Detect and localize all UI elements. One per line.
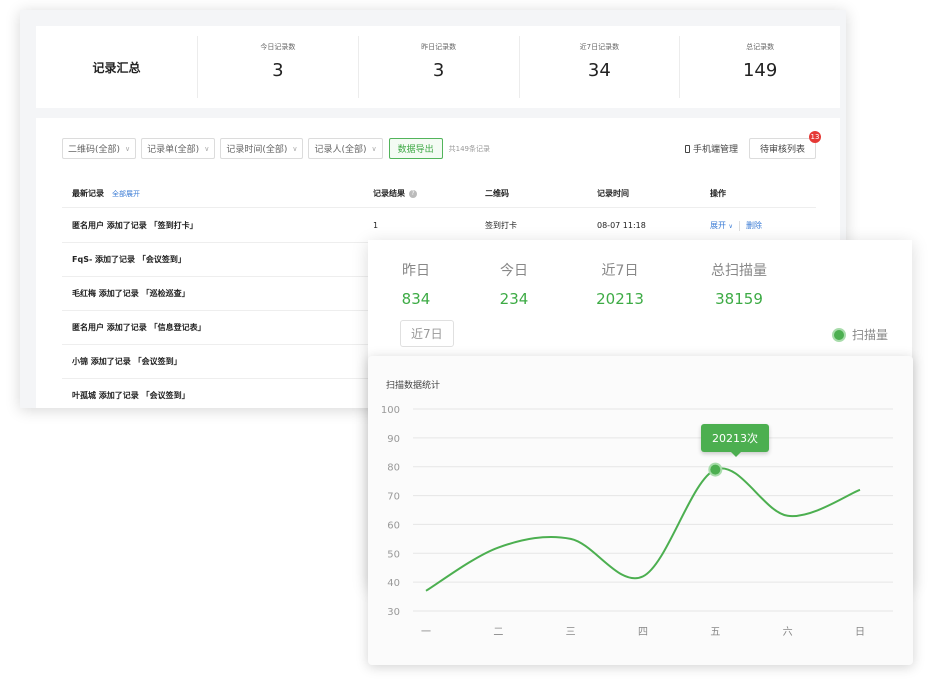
header-ops: 操作: [710, 189, 726, 198]
kpi-value: 38159: [715, 290, 763, 308]
header-result: 记录结果 ?: [373, 180, 417, 207]
scan-chart-card: 扫描数据统计 100 90 80 70 60 50 40 30 一二三四五六日 20213次: [368, 356, 913, 665]
kpi-value: 234: [499, 290, 529, 308]
review-list-label: 待审核列表: [759, 145, 805, 155]
kpi-label: 近7日: [601, 263, 639, 279]
expand-link[interactable]: 展开 ∨: [710, 220, 733, 231]
row-text: 匿名用户 添加了记录 「签到打卡」: [72, 221, 198, 230]
stat-value: 3: [432, 60, 445, 81]
x-tick-label: 六: [783, 626, 793, 638]
filter-bar: 二维码(全部) ∨ 记录单(全部) ∨ 记录时间(全部) ∨ 记录人(全部) ∨ 数据导…: [62, 138, 490, 159]
series-line: [425, 467, 861, 592]
row-text: 叶孤城 添加了记录 「会议签到」: [72, 391, 190, 400]
form-filter-label: 记录单(全部): [147, 145, 200, 155]
time-filter-label: 记录时间(全部): [226, 145, 288, 155]
summary-title: 记录汇总: [92, 60, 141, 75]
kpi-label: 总扫描量: [711, 263, 767, 279]
notification-badge: 13: [809, 131, 821, 143]
y-tick-label: 80: [387, 463, 400, 474]
record-summary: 记录汇总 今日记录数 3 昨日记录数 3 近7日记录数 34 总记录数 149: [36, 26, 840, 108]
chevron-down-icon: ∨: [204, 144, 210, 153]
y-tick-label: 70: [387, 492, 400, 503]
range-select-button[interactable]: 近7日: [400, 320, 454, 347]
stat-today: 今日记录数 3: [197, 36, 358, 98]
right-tools: 手机端管理 待审核列表 13: [684, 131, 821, 159]
stat-label: 昨日记录数: [421, 43, 457, 51]
row-text: 小锦 添加了记录 「会议签到」: [72, 357, 182, 366]
table-header: 最新记录 全部展开 记录结果 ? 二维码 记录时间 操作: [62, 180, 816, 208]
qr-filter-label: 二维码(全部): [68, 145, 121, 155]
header-result-label: 记录结果: [373, 189, 405, 198]
y-tick-label: 100: [381, 405, 400, 416]
y-tick-label: 60: [387, 520, 400, 531]
stat-label: 近7日记录数: [579, 43, 620, 51]
time-filter-select[interactable]: 记录时间(全部) ∨: [220, 138, 304, 159]
y-tick-label: 50: [387, 549, 400, 560]
kpi-total-scans: 总扫描量 38159: [704, 260, 774, 308]
legend-label: 扫描量: [851, 328, 888, 342]
row-text: FqS- 添加了记录 「会议签到」: [72, 255, 186, 264]
stat-value: 149: [742, 60, 778, 81]
expand-all-link[interactable]: 全部展开: [112, 189, 140, 199]
x-tick-label: 日: [855, 627, 865, 638]
x-tick-label: 三: [566, 627, 576, 638]
table-row: 匿名用户 添加了记录 「签到打卡」 1 签到打卡 08-07 11:18 展开 …: [62, 209, 816, 243]
x-tick-label: 五: [710, 627, 720, 638]
kpi-7days: 近7日 20213: [590, 260, 650, 308]
stat-7days: 近7日记录数 34: [518, 36, 680, 98]
chevron-down-icon: ∨: [371, 144, 377, 153]
header-qr: 二维码: [485, 189, 509, 198]
chevron-down-icon: ∨: [292, 144, 298, 153]
chart-legend[interactable]: 扫描量: [831, 326, 888, 343]
mobile-manage-link[interactable]: 手机端管理: [684, 142, 738, 155]
info-icon[interactable]: ?: [409, 189, 417, 198]
phone-icon: [684, 144, 690, 153]
kpi-label: 今日: [500, 263, 528, 279]
person-filter-select[interactable]: 记录人(全部) ∨: [308, 138, 383, 159]
x-tick-label: 一: [421, 627, 431, 638]
line-chart: 100 90 80 70 60 50 40 30 一 二 三 四 五 六 日: [381, 405, 893, 638]
kpi-value: 834: [401, 290, 431, 308]
qr-filter-select[interactable]: 二维码(全部) ∨: [62, 138, 137, 159]
row-actions: 展开 ∨ 删除: [710, 209, 762, 242]
stat-total: 总记录数 149: [679, 36, 840, 98]
highlight-point: [710, 464, 721, 475]
x-tick-label: 四: [638, 627, 648, 638]
header-latest: 最新记录 全部展开: [72, 180, 140, 207]
stat-value: 34: [587, 60, 611, 81]
kpi-yesterday: 昨日 834: [396, 260, 436, 308]
x-tick-label: 二: [493, 627, 503, 638]
row-result: 1: [373, 221, 379, 230]
delete-link[interactable]: 删除: [746, 220, 762, 231]
form-filter-select[interactable]: 记录单(全部) ∨: [141, 138, 216, 159]
row-time: 08-07 11:18: [597, 221, 646, 230]
y-tick-label: 90: [387, 434, 400, 445]
kpi-label: 昨日: [402, 263, 430, 279]
header-latest-label: 最新记录: [72, 189, 104, 198]
record-count: 共149条记录: [448, 144, 491, 153]
person-filter-label: 记录人(全部): [314, 145, 367, 155]
header-time: 记录时间: [597, 189, 629, 198]
mobile-manage-label: 手机端管理: [692, 145, 738, 155]
kpi-today: 今日 234: [494, 260, 534, 308]
chevron-down-icon: ∨: [728, 223, 733, 230]
chevron-down-icon: ∨: [125, 144, 131, 153]
divider: [738, 220, 740, 231]
stat-label: 今日记录数: [260, 43, 296, 51]
y-tick-label: 40: [387, 578, 400, 589]
row-qr: 签到打卡: [485, 221, 517, 230]
y-tick-label: 30: [387, 607, 400, 618]
expand-label: 展开: [710, 221, 726, 230]
row-text: 匿名用户 添加了记录 「信息登记表」: [72, 323, 206, 332]
review-list-button[interactable]: 待审核列表 13: [748, 131, 821, 159]
kpi-value: 20213: [596, 290, 644, 308]
export-button[interactable]: 数据导出: [388, 138, 443, 159]
stat-yesterday: 昨日记录数 3: [357, 36, 519, 98]
stat-value: 3: [272, 60, 284, 81]
row-text: 毛红梅 添加了记录 「巡检巡查」: [72, 289, 190, 298]
stat-label: 总记录数: [746, 43, 775, 51]
chart-tooltip: 20213次: [701, 424, 769, 457]
legend-dot-icon: [831, 327, 846, 342]
